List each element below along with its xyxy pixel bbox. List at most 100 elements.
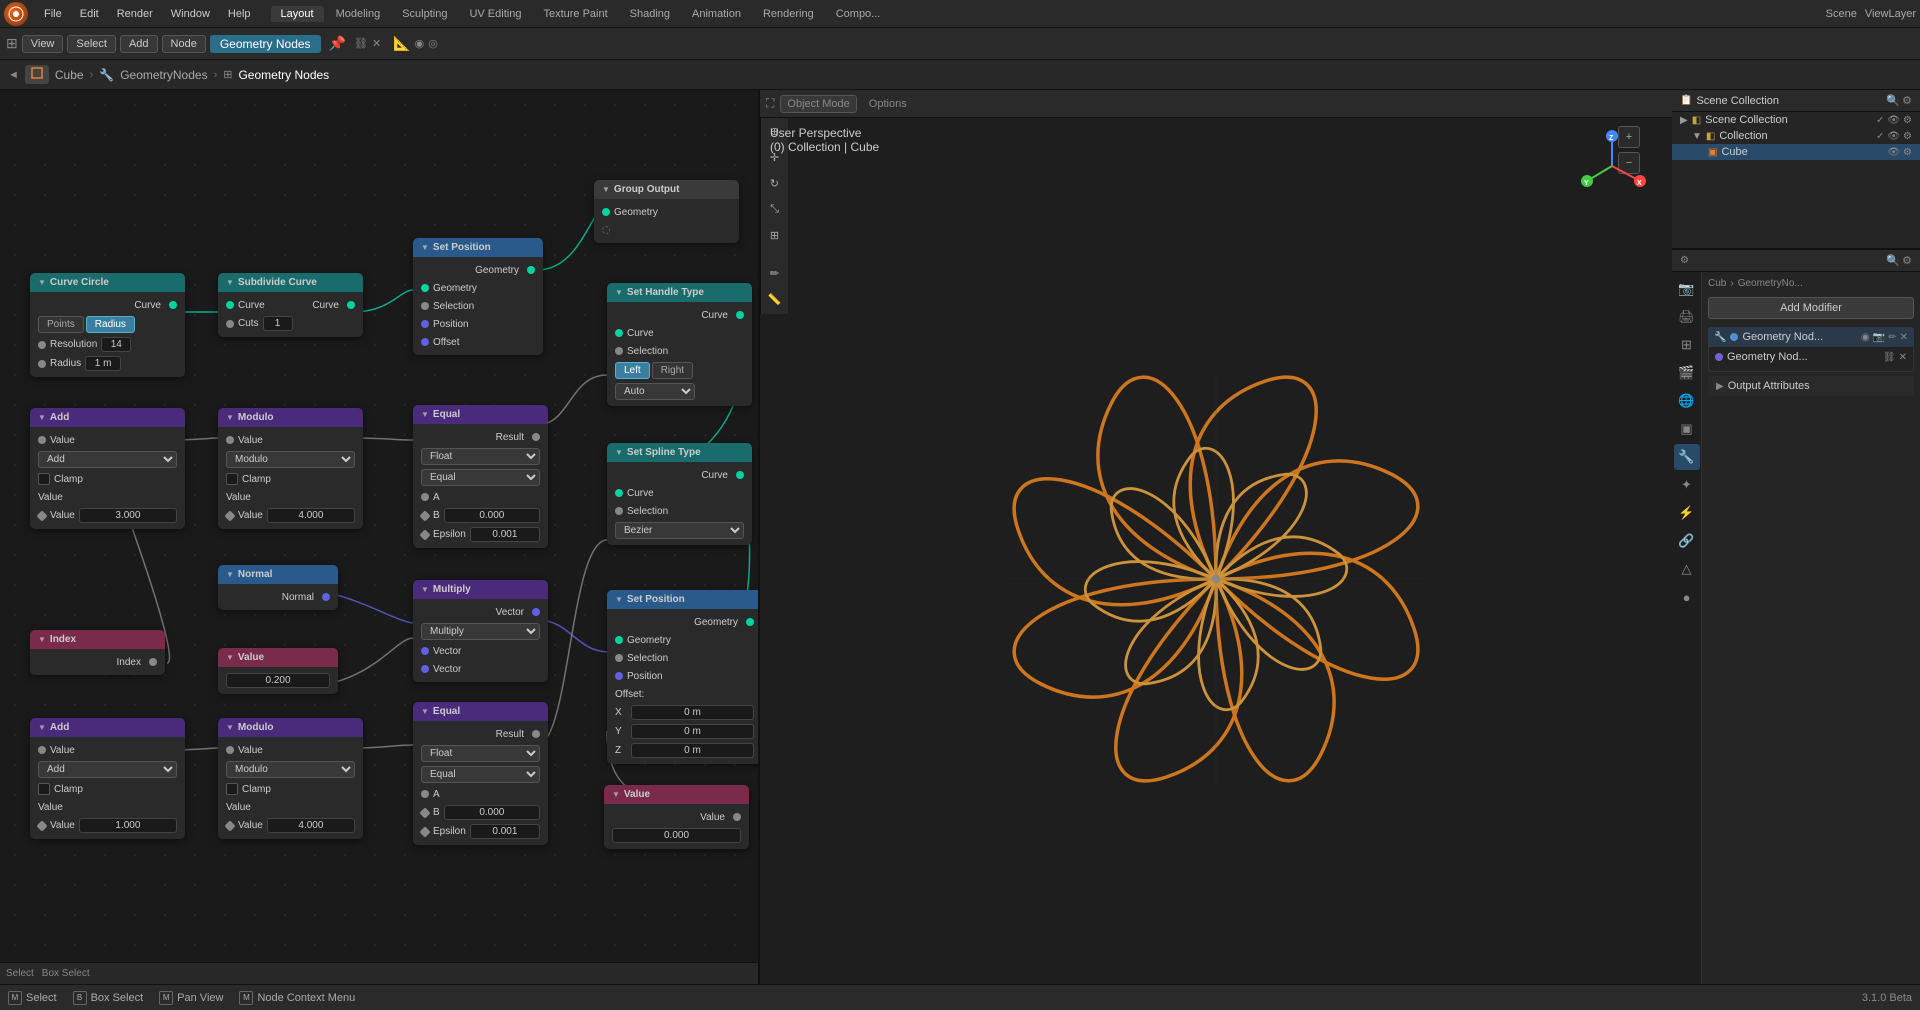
add-modifier-btn[interactable]: Add Modifier [1708, 297, 1914, 319]
tab-shading[interactable]: Shading [620, 6, 680, 22]
geo-nodes-mod-name[interactable]: Geometry Nod... [1742, 331, 1823, 343]
props-search[interactable]: 🔍 [1886, 254, 1900, 267]
viewport-overlay-icon[interactable]: ◎ [428, 37, 438, 50]
set-pos2-z[interactable]: 0 m [631, 743, 754, 758]
tool-cursor[interactable]: ⊕ [764, 120, 786, 142]
viewport-3d[interactable]: ⛶ Object Mode Options User Perspective (… [760, 90, 1672, 984]
prop-render-icon[interactable]: 📷 [1674, 276, 1700, 302]
viewport-type-icon[interactable]: ⛶ [766, 96, 774, 111]
cube-icon[interactable] [25, 65, 49, 84]
tab-uv-editing[interactable]: UV Editing [459, 6, 531, 22]
equal1-eps-field[interactable]: 0.001 [470, 527, 540, 542]
set-pos2-y[interactable]: 0 m [631, 724, 754, 739]
overlay-icon[interactable]: ◉ [415, 37, 425, 50]
node-add-1[interactable]: ▼ Add Value Add Subtract Multiply [30, 408, 185, 529]
link-icon[interactable]: ⛓ [354, 37, 368, 50]
prop-data-icon[interactable]: △ [1674, 556, 1700, 582]
node-value-2[interactable]: ▼ Value Value 0.000 [604, 785, 749, 849]
outliner-filter[interactable]: ⚙ [1902, 94, 1912, 107]
tab-compositing[interactable]: Compo... [826, 6, 891, 22]
prop-scene-icon[interactable]: 🎬 [1674, 360, 1700, 386]
tab-layout[interactable]: Layout [271, 6, 324, 22]
props-filter[interactable]: ⚙ [1902, 254, 1912, 267]
node-subdivide-curve[interactable]: ▼ Subdivide Curve Curve Curve Cuts 1 [218, 273, 363, 337]
handle-right-btn[interactable]: Right [652, 362, 693, 379]
prop-world-icon[interactable]: 🌐 [1674, 388, 1700, 414]
spline-type-select[interactable]: Bezier NURBS Poly [615, 522, 744, 539]
add1-clamp-cb[interactable] [38, 473, 50, 485]
add2-op-select[interactable]: Add [38, 761, 177, 778]
curve-circle-rad-value[interactable]: 1 m [85, 356, 121, 371]
value2-field[interactable]: 0.000 [612, 828, 741, 843]
node-modulo-2[interactable]: ▼ Modulo Value Modulo Clamp V [218, 718, 363, 839]
viewport-mode-selector[interactable]: Object Mode [780, 95, 856, 113]
node-equal-2[interactable]: ▼ Equal Result Float Equal [413, 702, 548, 845]
tool-scale[interactable]: ⤡ [764, 198, 786, 220]
tool-move[interactable]: ✛ [764, 146, 786, 168]
tab-texture-paint[interactable]: Texture Paint [533, 6, 617, 22]
menu-edit[interactable]: Edit [72, 6, 107, 22]
node-value[interactable]: ▼ Value 0.200 [218, 648, 338, 694]
node-modulo-1[interactable]: ▼ Modulo Value Modulo Clamp V [218, 408, 363, 529]
editor-type-icon[interactable]: ⊞ [6, 35, 18, 52]
curve-circle-radius-btn[interactable]: Radius [86, 316, 135, 333]
geo-mod-edit-icon[interactable]: ✏ [1888, 332, 1896, 343]
curve-circle-points-btn[interactable]: Points [38, 316, 84, 333]
prop-modifier-icon[interactable]: 🔧 [1674, 444, 1700, 470]
menu-help[interactable]: Help [220, 6, 259, 22]
mod1-op-select[interactable]: Modulo [226, 451, 355, 468]
tool-measure[interactable]: 📏 [764, 288, 786, 310]
equal1-op-select[interactable]: Equal [421, 469, 540, 486]
node-add-2[interactable]: ▼ Add Value Add Clamp Value [30, 718, 185, 839]
outliner-search[interactable]: 🔍 [1886, 94, 1900, 107]
close-icon[interactable]: ✕ [372, 37, 381, 50]
node-index[interactable]: ▼ Index Index [30, 630, 165, 675]
outliner-scene-collection[interactable]: ▶ ◧ Scene Collection ✓ 👁 ⚙ [1672, 112, 1920, 128]
menu-render[interactable]: Render [109, 6, 161, 22]
node-curve-circle[interactable]: ▼ Curve Circle Curve Points Radius Resol… [30, 273, 185, 377]
equal2-b-field[interactable]: 0.000 [444, 805, 540, 820]
equal2-op-select[interactable]: Equal [421, 766, 540, 783]
tool-rotate[interactable]: ↻ [764, 172, 786, 194]
tab-animation[interactable]: Animation [682, 6, 751, 22]
value-field[interactable]: 0.200 [226, 673, 330, 688]
menu-file[interactable]: File [36, 6, 70, 22]
tool-transform[interactable]: ⊞ [764, 224, 786, 246]
equal1-type-select[interactable]: Float [421, 448, 540, 465]
props-bc-1[interactable]: Cub [1708, 278, 1726, 289]
add2-clamp-cb[interactable] [38, 783, 50, 795]
breadcrumb-cube[interactable]: Cube [55, 68, 84, 82]
equal1-b-field[interactable]: 0.000 [444, 508, 540, 523]
set-pos2-x[interactable]: 0 m [631, 705, 754, 720]
node-tree-selector[interactable]: Geometry Nodes [210, 35, 321, 53]
prop-output-icon[interactable]: 🖨 [1674, 304, 1700, 330]
node-group-output[interactable]: ▼ Group Output Geometry [594, 180, 739, 243]
node-set-spline-type[interactable]: ▼ Set Spline Type Curve Curve Selection [607, 443, 752, 545]
breadcrumb-modifier[interactable]: GeometryNodes [120, 68, 207, 82]
geo-mod-x-icon[interactable]: ✕ [1900, 332, 1908, 343]
node-normal[interactable]: ▼ Normal Normal [218, 565, 338, 610]
node-set-position-1[interactable]: ▼ Set Position Geometry Geometry Selecti… [413, 238, 543, 355]
node-equal-1[interactable]: ▼ Equal Result Float Equal [413, 405, 548, 548]
geo-sub-link-icon[interactable]: ⛓ [1883, 352, 1896, 363]
equal2-eps-field[interactable]: 0.001 [470, 824, 540, 839]
add1-val-field[interactable]: 3.000 [79, 508, 177, 523]
output-attrs-header[interactable]: ▶ Output Attributes [1708, 376, 1914, 396]
mod2-val-field[interactable]: 4.000 [267, 818, 355, 833]
outliner-collection[interactable]: ▼ ◧ Collection ✓ 👁 ⚙ [1672, 128, 1920, 144]
node-editor[interactable]: ▼ Group Output Geometry ▼ Curve Circle [0, 90, 760, 984]
tab-rendering[interactable]: Rendering [753, 6, 824, 22]
prop-constraints-icon[interactable]: 🔗 [1674, 528, 1700, 554]
tab-sculpting[interactable]: Sculpting [392, 6, 457, 22]
multiply-op-select[interactable]: Multiply [421, 623, 540, 640]
add1-op-select[interactable]: Add Subtract Multiply [38, 451, 177, 468]
select-menu[interactable]: Select [67, 35, 116, 53]
outliner-cube[interactable]: ▣ Cube 👁 ⚙ [1672, 144, 1920, 160]
mod1-val-field[interactable]: 4.000 [267, 508, 355, 523]
hide-panel-btn[interactable]: ◄ [8, 69, 19, 81]
add2-val-field[interactable]: 1.000 [79, 818, 177, 833]
handle-type-select[interactable]: Auto Vector Aligned Free [615, 383, 695, 400]
mod2-clamp-cb[interactable] [226, 783, 238, 795]
tool-annotate[interactable]: ✏ [764, 262, 786, 284]
geo-sub-x-icon[interactable]: ✕ [1899, 352, 1907, 363]
